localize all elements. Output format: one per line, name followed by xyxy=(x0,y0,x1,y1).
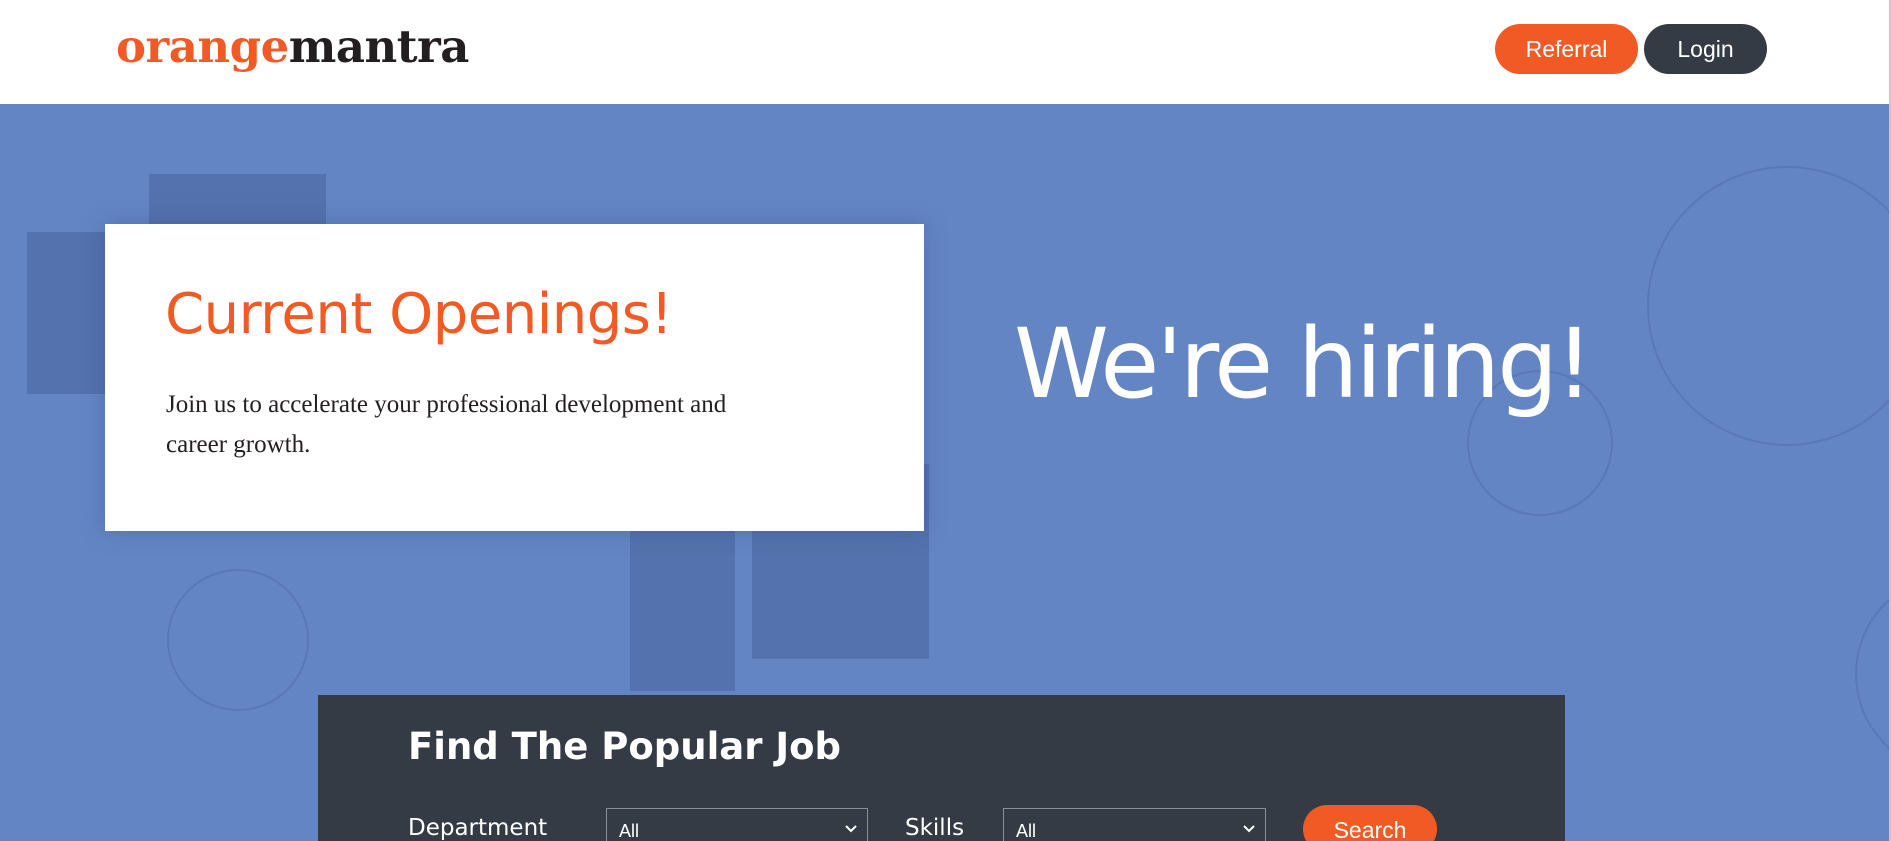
job-search-panel: Find The Popular Job Department All Skil… xyxy=(318,695,1565,841)
decor-circle xyxy=(1855,574,1889,774)
chevron-down-icon xyxy=(845,825,857,833)
hiring-tagline: We're hiring! xyxy=(1014,308,1594,420)
referral-button[interactable]: Referral xyxy=(1495,24,1638,74)
department-select[interactable]: All xyxy=(606,808,868,841)
orangemantra-logo[interactable]: orangemantra xyxy=(116,18,469,76)
current-openings-card: Current Openings! Join us to accelerate … xyxy=(105,224,924,531)
decor-circle xyxy=(1647,166,1889,446)
site-header: orangemantra Referral Login xyxy=(0,0,1891,104)
decor-circle xyxy=(167,569,309,711)
search-panel-title: Find The Popular Job xyxy=(408,725,842,768)
page: orangemantra Referral Login Current Open… xyxy=(0,0,1891,841)
skills-label: Skills xyxy=(905,815,965,841)
skills-select-value: All xyxy=(1016,821,1037,841)
logo-text-orange: orange xyxy=(116,20,289,73)
current-openings-title: Current Openings! xyxy=(165,282,673,347)
skills-select[interactable]: All xyxy=(1003,808,1266,841)
login-button[interactable]: Login xyxy=(1644,24,1767,74)
chevron-down-icon xyxy=(1243,825,1255,833)
department-select-value: All xyxy=(619,821,640,841)
department-label: Department xyxy=(408,815,548,841)
current-openings-description: Join us to accelerate your professional … xyxy=(166,391,727,458)
search-button[interactable]: Search xyxy=(1303,805,1437,841)
logo-text-dark: mantra xyxy=(288,20,470,73)
